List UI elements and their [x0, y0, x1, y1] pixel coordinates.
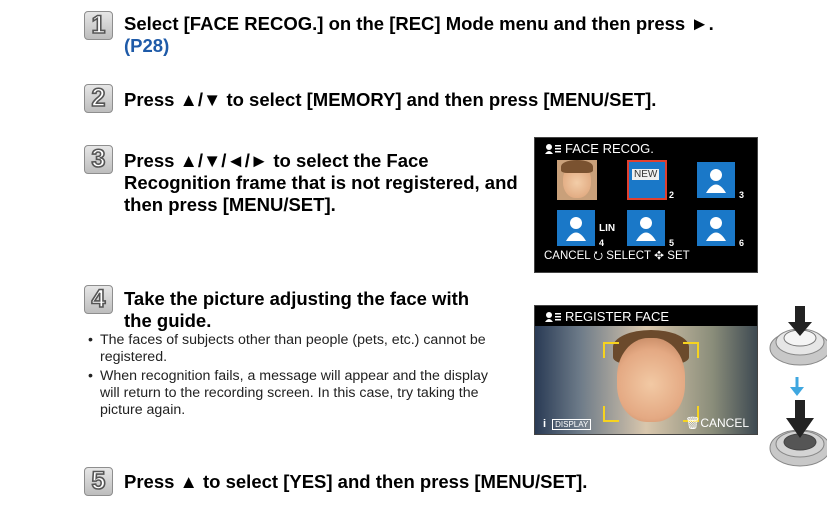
screen1-title: FACE RECOG. [545, 141, 654, 156]
slot-number-5: 5 [668, 238, 674, 248]
guide-corner-tl [603, 342, 619, 358]
shutter-half-press-icon [769, 306, 827, 366]
step-2-text: Press ▲/▼ to select [MEMORY] and then pr… [124, 89, 657, 110]
page-reference-link[interactable]: (P28) [124, 35, 824, 57]
screen2-title-label: REGISTER FACE [565, 309, 670, 324]
shutter-full-press-icon [769, 400, 827, 467]
registered-name-label: LIN [599, 223, 616, 234]
screen2-title: REGISTER FACE [545, 309, 669, 324]
face-slot-new-selected[interactable]: NEW 2 [627, 160, 674, 200]
person-silhouette-icon [636, 217, 656, 241]
face-recog-screen: FACE RECOG. LIN NEW 2 3 4 5 6 CANCEL ⭮ S… [534, 137, 758, 273]
person-silhouette-icon [566, 217, 586, 241]
notes-list: The faces of subjects other than people … [86, 332, 501, 421]
step-4-text: Take the picture adjusting the face with… [124, 288, 470, 331]
face-slot-5[interactable]: 5 [627, 210, 674, 248]
screen1-title-label: FACE RECOG. [565, 141, 654, 156]
face-recog-icon [545, 144, 561, 154]
face-slot-3[interactable]: 3 [697, 162, 744, 200]
step-5-text: Press ▲ to select [YES] and then press [… [124, 471, 588, 492]
slot-number-4: 4 [598, 238, 604, 248]
step-number-1: 1 [84, 11, 113, 40]
screen1-footer: CANCEL ⭮ SELECT ✥ SET [544, 250, 690, 262]
display-button-label: DISPLAY [552, 419, 592, 430]
info-icon: i [543, 418, 547, 430]
slot-number-6: 6 [738, 238, 744, 248]
note-item-2: When recognition fails, a message will a… [86, 368, 501, 419]
trash-icon: 🗑 [685, 416, 701, 430]
step-number-4: 4 [84, 285, 113, 314]
cancel-label: CANCEL [700, 416, 749, 430]
face-recog-icon [545, 312, 561, 322]
step-1-text: Select [FACE RECOG.] on the [REC] Mode m… [124, 13, 824, 57]
screen2-footer-left: i DISPLAY [543, 418, 592, 430]
new-tag: NEW [632, 169, 660, 180]
guide-corner-bl [603, 406, 619, 422]
step-3-text: Press ▲/▼/◄/► to select the Face Recogni… [124, 150, 518, 215]
face-slot-registered[interactable] [557, 160, 597, 200]
subject-face [617, 338, 685, 422]
slot-number-3: 3 [738, 190, 744, 200]
step-number-3: 3 [84, 145, 113, 174]
register-face-screen: REGISTER FACE i DISPLAY 🗑CANCEL [534, 305, 758, 435]
screen2-cancel: 🗑CANCEL [685, 416, 749, 430]
step-number-2: 2 [84, 84, 113, 113]
slot-number-2: 2 [668, 190, 674, 200]
note-item-1: The faces of subjects other than people … [86, 332, 501, 366]
step-number-5: 5 [84, 467, 113, 496]
face-slot-4[interactable]: 4 [557, 210, 604, 248]
arrow-down-icon [790, 377, 804, 396]
person-silhouette-icon [706, 217, 726, 241]
face-slot-6[interactable]: 6 [697, 210, 744, 248]
guide-corner-tr [683, 342, 699, 358]
step-1-instruction: Select [FACE RECOG.] on the [REC] Mode m… [124, 13, 714, 34]
person-silhouette-icon [706, 169, 726, 193]
